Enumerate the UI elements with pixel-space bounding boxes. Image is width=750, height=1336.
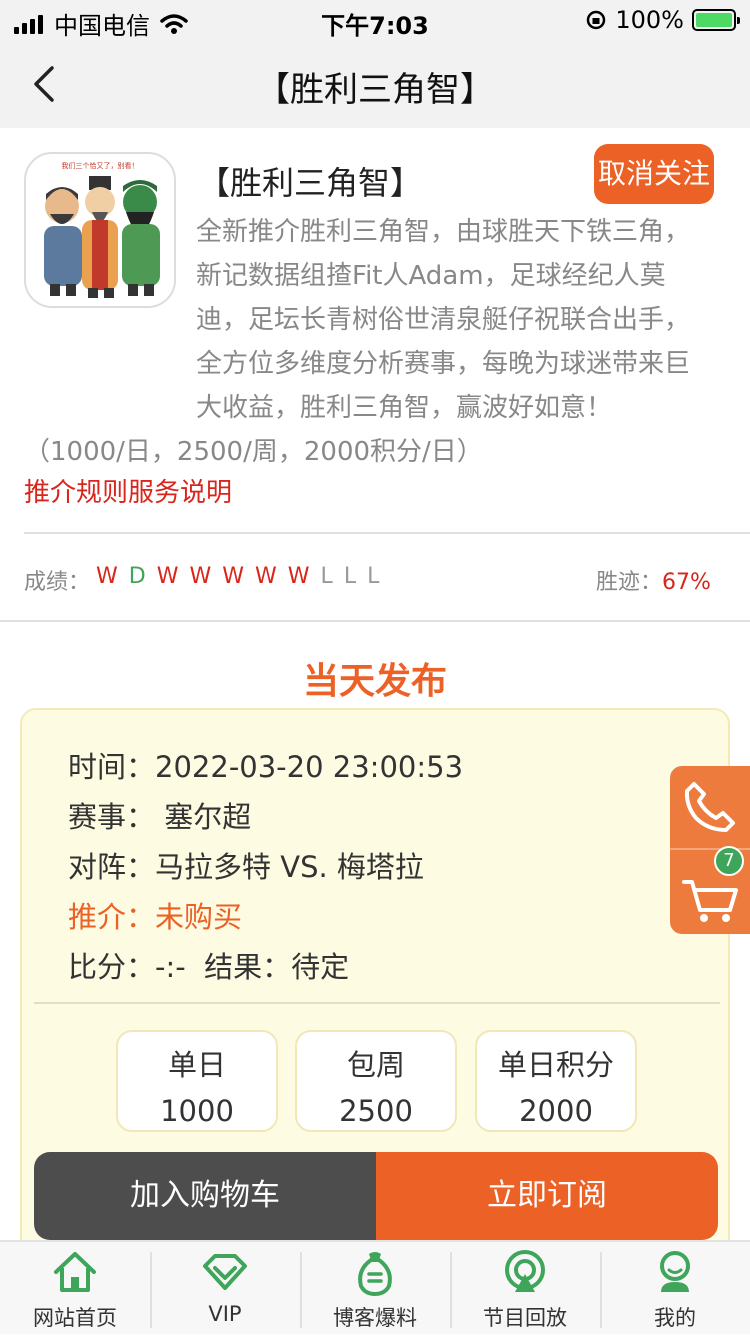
win-rate-value: 67%: [662, 570, 711, 595]
tab-label: 博客爆料: [333, 1306, 417, 1330]
tip-label: 推介：: [68, 900, 156, 934]
unfollow-button[interactable]: 取消关注: [594, 144, 714, 204]
pricing-note: （1000/日，2500/周，2000积分/日）: [24, 437, 483, 467]
subscribe-button[interactable]: 立即订阅: [376, 1152, 718, 1240]
status-right: 100%: [585, 6, 740, 34]
result-label: 结果：: [204, 950, 292, 984]
result-item: W: [189, 564, 213, 589]
replay-icon: [505, 1250, 545, 1292]
record-label: 成绩：: [24, 570, 91, 595]
event-label: 赛事：: [68, 800, 156, 834]
tab-label: 网站首页: [33, 1306, 117, 1330]
blog-bag-icon: [358, 1252, 392, 1296]
status-bar: 中国电信 下午7:03 100%: [0, 0, 750, 40]
tab-replay[interactable]: 节目回放: [450, 1242, 600, 1336]
tip-card: 时间：2022-03-20 23:00:53 赛事： 塞尔超 对阵：马拉多特 V…: [20, 708, 730, 1268]
win-rate: 胜迹：67%: [596, 564, 711, 596]
price-value: 2500: [339, 1094, 413, 1128]
price-value: 2000: [519, 1094, 593, 1128]
add-to-cart-button[interactable]: 加入购物车: [34, 1152, 376, 1240]
result-item: L: [320, 564, 334, 589]
match-teams-row: 对阵：马拉多特 VS. 梅塔拉: [68, 844, 424, 886]
match-time-row: 时间：2022-03-20 23:00:53: [68, 744, 463, 786]
price-label: 单日: [167, 1048, 226, 1082]
teams-value: 马拉多特 VS. 梅塔拉: [155, 850, 424, 884]
phone-icon[interactable]: [670, 766, 750, 846]
teams-label: 对阵：: [68, 850, 156, 884]
expert-name: 【胜利三角智】: [198, 164, 423, 202]
result-item: D: [128, 564, 147, 589]
record-bar: 成绩： WDWWWWWLLL 胜迹：67%: [0, 534, 750, 622]
result-item: W: [287, 564, 311, 589]
action-buttons: 加入购物车 立即订阅: [34, 1152, 718, 1240]
score-value: -:-: [155, 950, 186, 984]
profile-icon: [660, 1251, 690, 1292]
expert-profile: 我们三个恰又了，别看！ 【胜利三角智】 取消关注 全新推介胜利三角智，由球胜天下…: [0, 128, 750, 534]
record-results: WDWWWWWLLL: [96, 564, 390, 589]
page-title: 【胜利三角智】: [256, 70, 494, 110]
expert-description: 全新推介胜利三角智，由球胜天下铁三角，新记数据组揸Fit人Adam，足球经纪人莫…: [24, 210, 714, 474]
tip-value: 未购买: [155, 900, 243, 934]
tab-label: 节目回放: [483, 1306, 567, 1330]
time-value: 2022-03-20 23:00:53: [155, 750, 464, 784]
home-icon: [54, 1252, 96, 1292]
result-item: W: [255, 564, 278, 589]
event-value: 塞尔超: [164, 800, 252, 834]
match-tip-row: 推介：未购买: [68, 894, 242, 936]
floating-side-panel: 7: [670, 766, 750, 934]
price-option-weekly[interactable]: 包周 2500: [295, 1030, 457, 1132]
price-label: 包周: [346, 1048, 405, 1082]
tab-label: 我的: [654, 1306, 696, 1330]
vip-diamond-icon: [203, 1254, 247, 1290]
nav-bar: 【胜利三角智】: [0, 40, 750, 128]
tab-vip[interactable]: VIP: [150, 1242, 300, 1336]
win-rate-label: 胜迹：: [596, 570, 663, 595]
divider: [0, 620, 750, 622]
match-event-row: 赛事： 塞尔超: [68, 794, 251, 836]
price-option-points[interactable]: 单日积分 2000: [475, 1030, 637, 1132]
result-item: W: [156, 564, 180, 589]
price-option-daily[interactable]: 单日 1000: [116, 1030, 278, 1132]
tab-blog[interactable]: 博客爆料: [300, 1242, 450, 1336]
price-value: 1000: [160, 1094, 234, 1128]
tab-label: VIP: [208, 1302, 242, 1326]
time-label: 时间：: [68, 750, 156, 784]
result-item: W: [222, 564, 246, 589]
avatar-caption: 我们三个恰又了，别看！: [62, 161, 139, 170]
description-text: 全新推介胜利三角智，由球胜天下铁三角，新记数据组揸Fit人Adam，足球经纪人莫…: [196, 217, 691, 423]
result-item: L: [367, 564, 381, 589]
section-title: 当天发布: [302, 661, 447, 702]
score-label: 比分：: [68, 950, 156, 984]
orientation-lock-icon: [587, 10, 606, 30]
result-value: 待定: [291, 950, 350, 984]
card-divider: [34, 1002, 720, 1004]
tab-mine[interactable]: 我的: [600, 1242, 750, 1336]
bottom-tab-bar: 网站首页 VIP 博客爆料 节目回放 我的: [0, 1240, 750, 1334]
battery-icon: [692, 9, 740, 31]
rules-link[interactable]: 推介规则服务说明: [24, 472, 232, 509]
price-label: 单日积分: [497, 1048, 614, 1082]
cart-shortcut[interactable]: 7: [670, 846, 750, 934]
result-item: L: [343, 564, 358, 589]
tab-home[interactable]: 网站首页: [0, 1242, 150, 1336]
match-score-row: 比分：-:- 结果：待定: [68, 944, 349, 986]
result-item: W: [96, 564, 119, 589]
battery-label: 100%: [615, 6, 684, 34]
cart-count-badge: 7: [714, 846, 744, 876]
